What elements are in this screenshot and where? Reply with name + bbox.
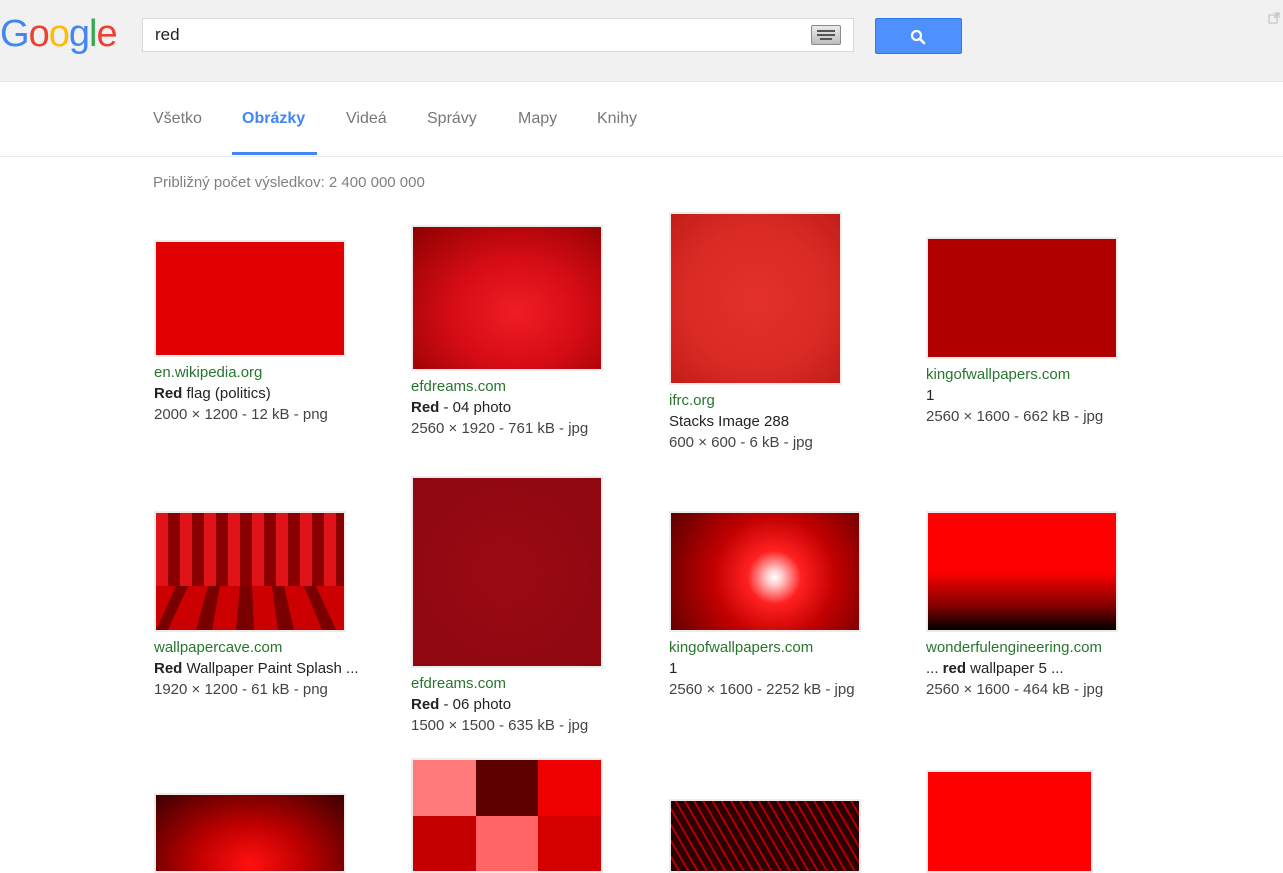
google-logo[interactable]: Google	[0, 12, 118, 56]
image-result: wallpapercave.com Red Wallpaper Paint Sp…	[154, 511, 384, 700]
result-title[interactable]: Red flag (politics)	[154, 383, 384, 404]
image-thumbnail[interactable]	[411, 476, 603, 668]
result-info: 1500 × 1500 - 635 kB - jpg	[411, 717, 589, 734]
image-result	[926, 770, 1156, 873]
result-title[interactable]: Stacks Image 288	[669, 411, 899, 432]
image-thumbnail[interactable]	[669, 799, 861, 873]
result-domain[interactable]: efdreams.com	[411, 673, 641, 694]
result-info: 2560 × 1920 - 761 kB - jpg	[411, 420, 589, 437]
result-stats: Približný počet výsledkov: 2 400 000 000	[153, 174, 425, 191]
result-domain[interactable]: efdreams.com	[411, 376, 641, 397]
image-result: wonderfulengineering.com ... red wallpap…	[926, 511, 1156, 700]
tab-news[interactable]: Správy	[427, 110, 477, 128]
result-title[interactable]: Red Wallpaper Paint Splash ...	[154, 658, 384, 679]
search-tabs: Všetko Obrázky Videá Správy Mapy Knihy	[0, 82, 1283, 157]
result-domain[interactable]: wallpapercave.com	[154, 637, 384, 658]
image-result: efdreams.com Red - 04 photo 2560 × 1920 …	[411, 225, 641, 439]
tab-books[interactable]: Knihy	[597, 110, 637, 128]
tab-videos[interactable]: Videá	[346, 110, 387, 128]
search-input[interactable]	[143, 19, 827, 51]
image-thumbnail[interactable]	[926, 511, 1118, 632]
expand-icon[interactable]	[1268, 12, 1280, 24]
result-domain[interactable]: kingofwallpapers.com	[669, 637, 899, 658]
result-info: 600 × 600 - 6 kB - jpg	[669, 434, 813, 451]
result-title[interactable]: ... red wallpaper 5 ...	[926, 658, 1156, 679]
image-thumbnail[interactable]	[154, 511, 346, 632]
result-title[interactable]: 1	[926, 385, 1156, 406]
image-thumbnail[interactable]	[411, 225, 603, 371]
image-result: efdreams.com Red - 06 photo 1500 × 1500 …	[411, 476, 641, 736]
keyboard-icon[interactable]	[811, 25, 841, 45]
image-thumbnail[interactable]	[926, 770, 1093, 873]
search-icon	[910, 29, 926, 45]
tab-all[interactable]: Všetko	[153, 110, 202, 128]
image-result	[669, 799, 899, 873]
result-title[interactable]: Red - 06 photo	[411, 694, 641, 715]
image-thumbnail[interactable]	[154, 793, 346, 873]
result-info: 2560 × 1600 - 464 kB - jpg	[926, 681, 1104, 698]
result-info: 2560 × 1600 - 2252 kB - jpg	[669, 681, 855, 698]
result-domain[interactable]: kingofwallpapers.com	[926, 364, 1156, 385]
result-domain[interactable]: ifrc.org	[669, 390, 899, 411]
image-thumbnail[interactable]	[411, 758, 603, 873]
search-box	[142, 18, 854, 52]
result-title[interactable]: Red - 04 photo	[411, 397, 641, 418]
image-result: en.wikipedia.org Red flag (politics) 200…	[154, 240, 384, 425]
image-thumbnail[interactable]	[669, 212, 842, 385]
search-button[interactable]	[875, 18, 962, 54]
result-domain[interactable]: wonderfulengineering.com	[926, 637, 1156, 658]
result-info: 2000 × 1200 - 12 kB - png	[154, 406, 328, 423]
image-thumbnail[interactable]	[926, 237, 1118, 359]
image-result: kingofwallpapers.com 1 2560 × 1600 - 662…	[926, 237, 1156, 427]
tab-images[interactable]: Obrázky	[242, 110, 305, 128]
header-bar: Google	[0, 0, 1283, 82]
result-info: 1920 × 1200 - 61 kB - png	[154, 681, 328, 698]
image-result	[411, 758, 641, 873]
image-result	[154, 793, 384, 873]
result-title[interactable]: 1	[669, 658, 899, 679]
image-thumbnail[interactable]	[669, 511, 861, 632]
image-result: ifrc.org Stacks Image 288 600 × 600 - 6 …	[669, 212, 899, 453]
result-domain[interactable]: en.wikipedia.org	[154, 362, 384, 383]
result-info: 2560 × 1600 - 662 kB - jpg	[926, 408, 1104, 425]
active-tab-indicator	[232, 152, 317, 155]
image-thumbnail[interactable]	[154, 240, 346, 357]
tab-maps[interactable]: Mapy	[518, 110, 557, 128]
image-result: kingofwallpapers.com 1 2560 × 1600 - 225…	[669, 511, 899, 700]
